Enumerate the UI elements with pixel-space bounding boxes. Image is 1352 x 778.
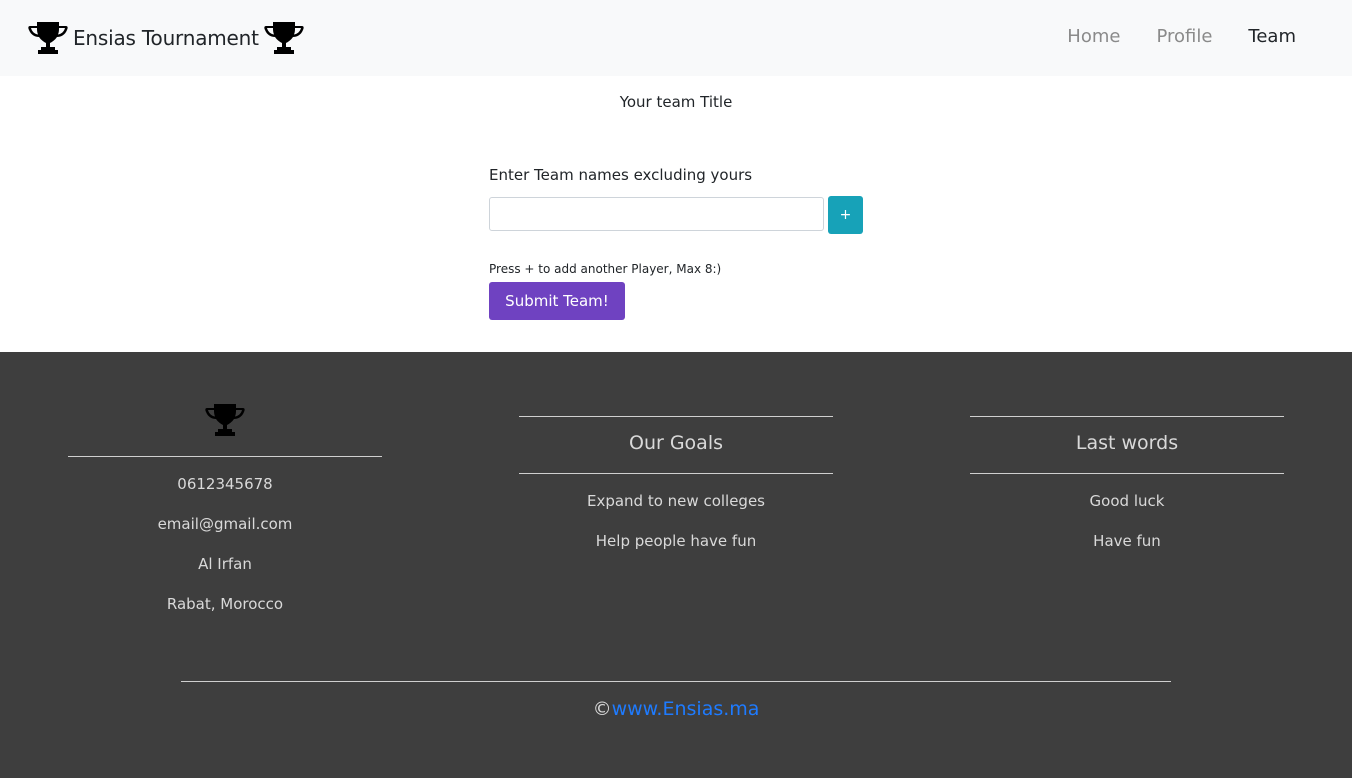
- nav-link-profile[interactable]: Profile: [1156, 26, 1212, 47]
- team-names-label: Enter Team names excluding yours: [489, 166, 753, 184]
- contact-city: Rabat, Morocco: [166, 595, 284, 613]
- contact-phone: 0612345678: [177, 475, 273, 493]
- divider: [970, 416, 1284, 417]
- goal-item: Help people have fun: [595, 532, 757, 550]
- copyright: ©www.Ensias.ma: [0, 698, 1352, 720]
- copyright-symbol: ©: [592, 698, 612, 720]
- nav-link-home[interactable]: Home: [1067, 26, 1120, 47]
- trophy-icon: [204, 402, 246, 438]
- team-title: Your team Title: [619, 93, 733, 111]
- last-words-item: Have fun: [1093, 532, 1161, 550]
- divider: [68, 456, 382, 457]
- contact-email: email@gmail.com: [157, 515, 293, 533]
- nav-link-team[interactable]: Team: [1248, 26, 1296, 47]
- nav-links: Home Profile Team: [1067, 26, 1296, 47]
- goals-heading: Our Goals: [628, 432, 724, 454]
- goal-item: Expand to new colleges: [586, 492, 765, 510]
- submit-team-button[interactable]: Submit Team!: [489, 282, 625, 320]
- site-link[interactable]: www.Ensias.ma: [612, 698, 760, 720]
- last-words-item: Good luck: [1089, 492, 1165, 510]
- divider: [970, 473, 1284, 474]
- last-words-heading: Last words: [1075, 432, 1179, 454]
- brand-title: Ensias Tournament: [73, 26, 259, 50]
- contact-address: Al Irfan: [198, 555, 252, 573]
- divider: [519, 416, 833, 417]
- trophy-icon: [263, 20, 305, 56]
- divider: [519, 473, 833, 474]
- add-player-hint: Press + to add another Player, Max 8:): [489, 262, 722, 276]
- trophy-icon: [27, 20, 69, 56]
- footer: 0612345678 email@gmail.com Al Irfan Raba…: [0, 352, 1352, 778]
- navbar-brand[interactable]: Ensias Tournament: [27, 20, 305, 56]
- footer-divider: [181, 681, 1171, 682]
- player-name-input[interactable]: [489, 197, 824, 231]
- navbar: Ensias Tournament Home Profile Team: [0, 0, 1352, 76]
- add-player-button[interactable]: +: [828, 196, 863, 234]
